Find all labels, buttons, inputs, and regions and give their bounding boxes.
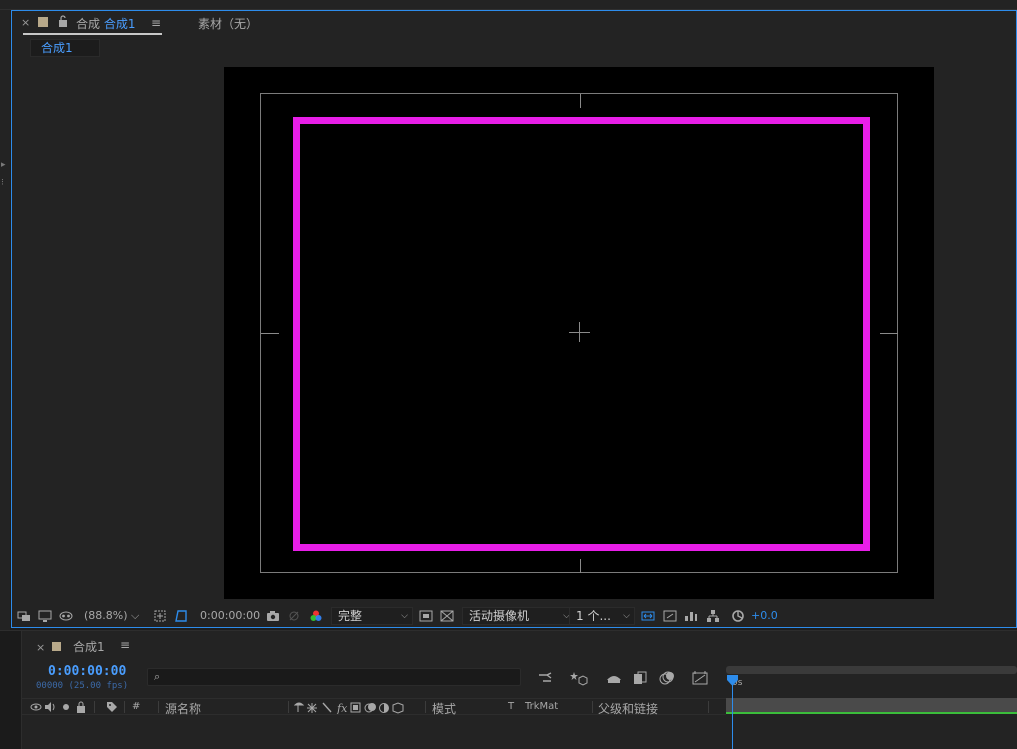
trkmat-column[interactable]: TrkMat: [525, 701, 558, 712]
mode-column[interactable]: 模式: [432, 700, 456, 717]
comp-tab-label[interactable]: 合成 合成1: [76, 15, 135, 32]
camera-view-dropdown[interactable]: 活动摄像机 ⌵: [462, 607, 575, 625]
timeline-left-strip: [0, 631, 22, 749]
composition-panel: × 合成 合成1 ≡ 素材（无） 合成1 (88.8%) ⌵ 0:00:00:0…: [11, 10, 1017, 628]
frame-rate-readout: 00000 (25.00 fps): [36, 681, 129, 691]
camera-view-value: 活动摄像机: [469, 609, 530, 623]
guide-tick-top: [580, 94, 581, 108]
flowchart-icon[interactable]: [705, 608, 721, 624]
motion-blur-icon[interactable]: [658, 670, 676, 686]
resolution-dropdown[interactable]: 完整 ⌵: [331, 607, 413, 625]
resolution-value: 完整: [338, 609, 363, 623]
shy-layers-icon[interactable]: [605, 670, 623, 686]
track-area[interactable]: [726, 698, 1017, 749]
column-separator: [592, 701, 593, 713]
region-of-interest-icon[interactable]: [152, 608, 168, 624]
top-strip: [0, 0, 1017, 10]
panel-menu-icon[interactable]: ≡: [151, 16, 161, 30]
show-snapshot-icon[interactable]: [286, 608, 302, 624]
monitor-icon[interactable]: [37, 608, 53, 624]
view-layout-value: 1 个...: [576, 609, 611, 623]
column-separator: [708, 701, 709, 713]
fast-previews-icon[interactable]: [418, 608, 434, 624]
guide-tick-bottom: [580, 559, 581, 573]
column-separator: [124, 701, 125, 713]
color-channels-icon[interactable]: [308, 608, 324, 624]
reset-exposure-icon[interactable]: [730, 608, 746, 624]
timeline-link-icon[interactable]: [662, 608, 678, 624]
close-tab-icon[interactable]: ×: [36, 641, 45, 654]
collapsed-panel-icon[interactable]: ▸: [1, 160, 7, 170]
zoom-dropdown[interactable]: (88.8%) ⌵: [84, 608, 139, 624]
close-tab-icon[interactable]: ×: [21, 16, 30, 29]
collapsed-panel-icon[interactable]: ⁝: [1, 178, 7, 188]
time-ruler[interactable]: 0s: [726, 666, 1017, 696]
chevron-down-icon: ⌵: [131, 609, 140, 622]
frame-blending-icon[interactable]: [631, 670, 649, 686]
comp-mini-flowchart-icon[interactable]: [537, 670, 555, 686]
comp-breadcrumb-tab[interactable]: 合成1: [30, 39, 100, 57]
zoom-value: (88.8%): [84, 609, 128, 622]
comp-duration-bar[interactable]: [726, 698, 1017, 713]
viewer-toolbar: (88.8%) ⌵ 0:00:00:00 完整 ⌵ 活动摄像机 ⌵ 1 个... ⌵ …: [12, 605, 1016, 627]
current-time-display[interactable]: 0:00:00:00: [200, 608, 260, 624]
column-separator: [288, 701, 289, 713]
magenta-frame-shape[interactable]: [293, 117, 870, 551]
column-separator: [425, 701, 426, 713]
lock-icon[interactable]: [76, 701, 86, 713]
layer-number-column: #: [132, 701, 141, 712]
layer-column-header: # 源名称 fx 模式 T TrkMat 父级和链接: [22, 698, 726, 717]
timeline-panel: × 合成1 ≡ 0:00:00:00 00000 (25.00 fps) ⌕ 0…: [0, 630, 1017, 749]
draft-3d-icon[interactable]: [570, 670, 588, 686]
layer-search-input[interactable]: ⌕: [147, 668, 521, 686]
label-tag-icon[interactable]: [106, 701, 118, 713]
transparency-grid-icon[interactable]: [173, 608, 189, 624]
playhead-marker-icon[interactable]: [727, 675, 738, 686]
guide-tick-right: [880, 333, 898, 334]
svg-text:fx: fx: [336, 702, 348, 714]
chevron-down-icon: ⌵: [623, 611, 630, 621]
lock-icon[interactable]: [58, 15, 68, 27]
timeline-current-time[interactable]: 0:00:00:00: [48, 664, 126, 679]
label-color-chip: [52, 642, 61, 651]
footage-tab[interactable]: 素材（无）: [198, 15, 258, 32]
checkerboard-toggle-icon[interactable]: [439, 608, 455, 624]
mask-visibility-icon[interactable]: [58, 608, 74, 624]
toggle-pixel-aspect-icon[interactable]: [640, 608, 656, 624]
chevron-down-icon: ⌵: [401, 611, 408, 621]
layer-switches-icons[interactable]: fx: [294, 701, 404, 714]
camera-snapshot-icon[interactable]: [265, 608, 281, 624]
playhead-line[interactable]: [732, 675, 733, 749]
active-tab-underline: [23, 33, 162, 35]
preserve-transparency-column[interactable]: T: [508, 701, 514, 712]
exposure-value[interactable]: +0.0: [751, 608, 778, 624]
parent-link-column[interactable]: 父级和链接: [598, 700, 658, 717]
timeline-tab-label[interactable]: 合成1: [73, 638, 105, 655]
render-range-indicator: [726, 712, 1017, 714]
search-icon: ⌕: [154, 670, 161, 683]
comp-tab-prefix: 合成: [76, 17, 101, 31]
work-area-bar[interactable]: [726, 666, 1017, 674]
layer-list-empty[interactable]: [22, 716, 726, 749]
comp-flowchart-icon[interactable]: [683, 608, 699, 624]
composition-viewer[interactable]: [224, 67, 934, 599]
solo-dot-icon[interactable]: [62, 703, 70, 711]
column-separator: [94, 701, 95, 713]
panel-tab-bar: × 合成 合成1 ≡ 素材（无）: [12, 11, 1016, 37]
guide-tick-left: [261, 333, 279, 334]
view-layout-dropdown[interactable]: 1 个... ⌵: [569, 607, 635, 625]
always-preview-icon[interactable]: [16, 608, 32, 624]
comp-tab-name: 合成1: [103, 17, 136, 31]
column-separator: [158, 701, 159, 713]
center-crosshair-h: [569, 332, 590, 333]
graph-editor-icon[interactable]: [691, 670, 709, 686]
video-eye-icon[interactable]: [30, 702, 42, 712]
audio-speaker-icon[interactable]: [44, 702, 56, 712]
label-color-chip: [38, 17, 48, 27]
left-edge-panel: ▸ ⁝: [0, 10, 10, 630]
source-name-column[interactable]: 源名称: [165, 700, 201, 717]
panel-menu-icon[interactable]: ≡: [120, 638, 130, 652]
